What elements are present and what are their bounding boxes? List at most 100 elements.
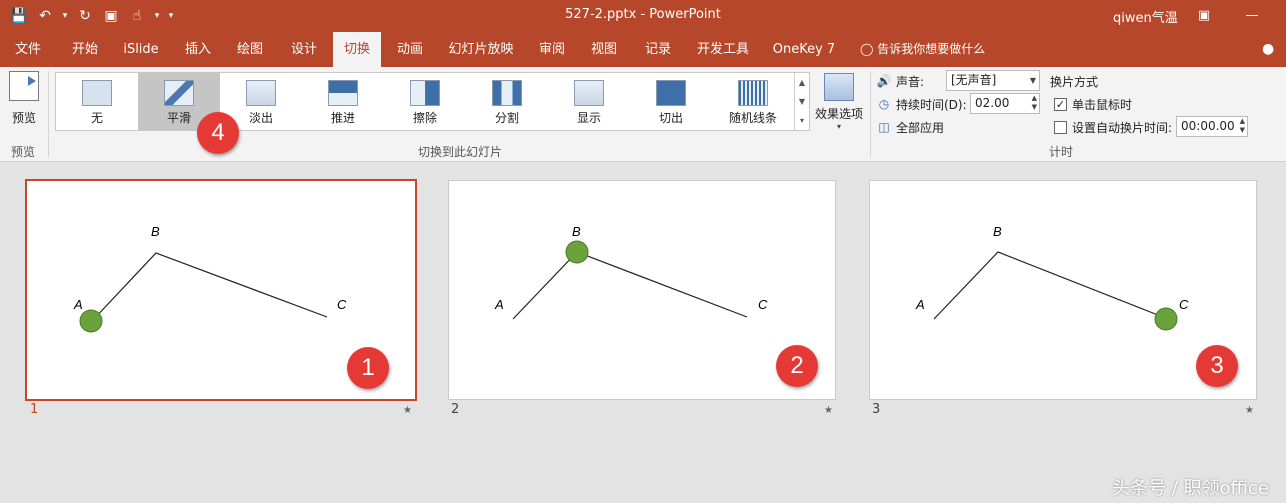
transition-none-icon <box>82 80 112 106</box>
chevron-down-icon: ▾ <box>836 122 841 131</box>
minimize-icon[interactable]: — <box>1240 4 1264 26</box>
clock-icon: ◷ <box>878 97 890 111</box>
sound-dropdown[interactable]: [无声音] ▼ <box>946 70 1040 91</box>
spinner-arrows-icon[interactable]: ▲ ▼ <box>1240 117 1245 135</box>
tab-insert[interactable]: 插入 <box>176 32 220 67</box>
transition-random-bars-icon <box>738 80 768 106</box>
speaker-icon: 🔊 <box>876 74 892 88</box>
callout-badge-1: 1 <box>347 347 389 389</box>
tab-review[interactable]: 审阅 <box>530 32 574 67</box>
path-line <box>512 251 748 320</box>
duration-spinner[interactable]: 02.00 ▲ ▼ <box>970 93 1040 114</box>
preview-label: 预览 <box>11 111 36 125</box>
effect-options-icon <box>824 73 854 101</box>
tab-developer[interactable]: 开发工具 <box>690 32 756 67</box>
effect-options-label: 效果选项 <box>814 107 863 121</box>
auto-advance-option[interactable]: 设置自动换片时间: <box>1054 116 1172 138</box>
group-divider <box>870 71 871 157</box>
transition-group-label: 切换到此幻灯片 <box>418 145 503 159</box>
transition-star-icon[interactable]: ★ <box>1245 405 1254 416</box>
tell-me-text: 告诉我你想要做什么 <box>877 42 986 56</box>
transition-none[interactable]: 无 <box>56 73 138 130</box>
duration-label: 持续时间(D): <box>896 97 967 112</box>
ribbon-tabs: 文件 开始 iSlide 插入 绘图 设计 切换 动画 幻灯片放映 审阅 视图 … <box>0 32 1286 67</box>
advance-slide-heading: 换片方式 <box>1050 70 1098 92</box>
apply-all-icon: ◫ <box>878 120 890 134</box>
user-name[interactable]: qiwen气温 <box>1113 7 1178 26</box>
preview-group-label: 预览 <box>11 145 36 159</box>
transition-cut-icon <box>656 80 686 106</box>
green-dot <box>79 309 103 333</box>
transition-gallery: 无 平滑 淡出 推进 擦除 分割 显示 切出 随机线条 ▲ ▼ ▾ <box>55 72 810 131</box>
transition-label: 分割 <box>494 111 519 125</box>
transition-wipe-icon <box>410 80 440 106</box>
slide-number-3: 3 <box>872 402 881 417</box>
group-divider <box>48 71 49 157</box>
auto-advance-value: 00:00.00 <box>1181 119 1235 133</box>
transition-label: 无 <box>90 111 103 125</box>
slide-number-1: 1 <box>30 402 39 417</box>
transition-label: 随机线条 <box>728 111 777 125</box>
transition-wipe[interactable]: 擦除 <box>384 73 466 130</box>
point-label-c: C <box>337 297 347 312</box>
transition-fade-icon <box>246 80 276 106</box>
sound-value: [无声音] <box>951 73 997 87</box>
point-label-a: A <box>494 297 504 312</box>
tab-design[interactable]: 设计 <box>282 32 326 67</box>
lightbulb-icon: ◯ <box>860 42 874 56</box>
duration-value: 02.00 <box>975 96 1010 110</box>
transition-label: 擦除 <box>412 111 437 125</box>
transition-reveal[interactable]: 显示 <box>548 73 630 130</box>
effect-options-button[interactable]: 效果选项 ▾ <box>812 71 866 135</box>
ribbon-panel: 预览 预览 无 平滑 淡出 推进 擦除 分割 显示 切出 随机线条 ▲ ▼ ▾ … <box>0 67 1286 162</box>
point-label-b: B <box>572 224 581 239</box>
share-person-icon[interactable]: ● <box>1262 41 1278 57</box>
transition-star-icon[interactable]: ★ <box>403 405 412 416</box>
tab-view[interactable]: 视图 <box>582 32 626 67</box>
on-click-option[interactable]: ✓ 单击鼠标时 <box>1054 93 1132 115</box>
slide-number-2: 2 <box>451 402 460 417</box>
transition-cut[interactable]: 切出 <box>630 73 712 130</box>
tab-record[interactable]: 记录 <box>636 32 680 67</box>
transition-label: 切出 <box>658 111 683 125</box>
tab-home[interactable]: 开始 <box>60 32 110 67</box>
apply-all-label: 全部应用 <box>896 120 945 135</box>
on-click-checkbox[interactable]: ✓ <box>1054 97 1067 111</box>
tab-islide[interactable]: iSlide <box>118 32 164 67</box>
auto-advance-label: 设置自动换片时间: <box>1072 120 1173 135</box>
transition-push[interactable]: 推进 <box>302 73 384 130</box>
gallery-up-icon[interactable]: ▲ <box>795 73 809 92</box>
transition-split-icon <box>492 80 522 106</box>
point-label-a: A <box>915 297 925 312</box>
preview-button[interactable]: 预览 <box>6 71 42 131</box>
duration-row: ◷ 持续时间(D): <box>876 93 967 115</box>
apply-all-button[interactable]: ◫ 全部应用 <box>876 116 944 138</box>
auto-advance-spinner[interactable]: 00:00.00 ▲ ▼ <box>1176 116 1248 137</box>
path-line <box>91 252 328 322</box>
tab-file[interactable]: 文件 <box>8 32 48 67</box>
gallery-scrollbar[interactable]: ▲ ▼ ▾ <box>794 73 809 130</box>
transition-star-icon[interactable]: ★ <box>824 405 833 416</box>
tab-onekey[interactable]: OneKey 7 <box>768 32 840 67</box>
transition-morph-icon <box>164 80 194 106</box>
transition-random-bars[interactable]: 随机线条 <box>712 73 794 130</box>
transition-reveal-icon <box>574 80 604 106</box>
watermark: 头条号 / 职领office <box>1112 478 1269 499</box>
sound-label: 声音: <box>896 74 925 89</box>
transition-label: 显示 <box>576 111 601 125</box>
green-dot <box>565 240 589 264</box>
ribbon-display-icon[interactable]: ▣ <box>1192 4 1216 26</box>
gallery-more-icon[interactable]: ▾ <box>795 111 809 130</box>
tell-me-box[interactable]: ◯ 告诉我你想要做什么 <box>860 32 985 67</box>
point-label-b: B <box>993 224 1002 239</box>
tab-draw[interactable]: 绘图 <box>228 32 272 67</box>
auto-advance-checkbox[interactable] <box>1054 120 1067 134</box>
gallery-down-icon[interactable]: ▼ <box>795 92 809 111</box>
transition-split[interactable]: 分割 <box>466 73 548 130</box>
spinner-arrows-icon[interactable]: ▲ ▼ <box>1032 94 1037 112</box>
tab-slideshow[interactable]: 幻灯片放映 <box>445 32 517 67</box>
tab-transitions[interactable]: 切换 <box>333 32 381 67</box>
timing-group-label: 计时 <box>1049 145 1074 159</box>
sound-row: 🔊 声音: <box>876 70 925 92</box>
tab-animations[interactable]: 动画 <box>388 32 432 67</box>
